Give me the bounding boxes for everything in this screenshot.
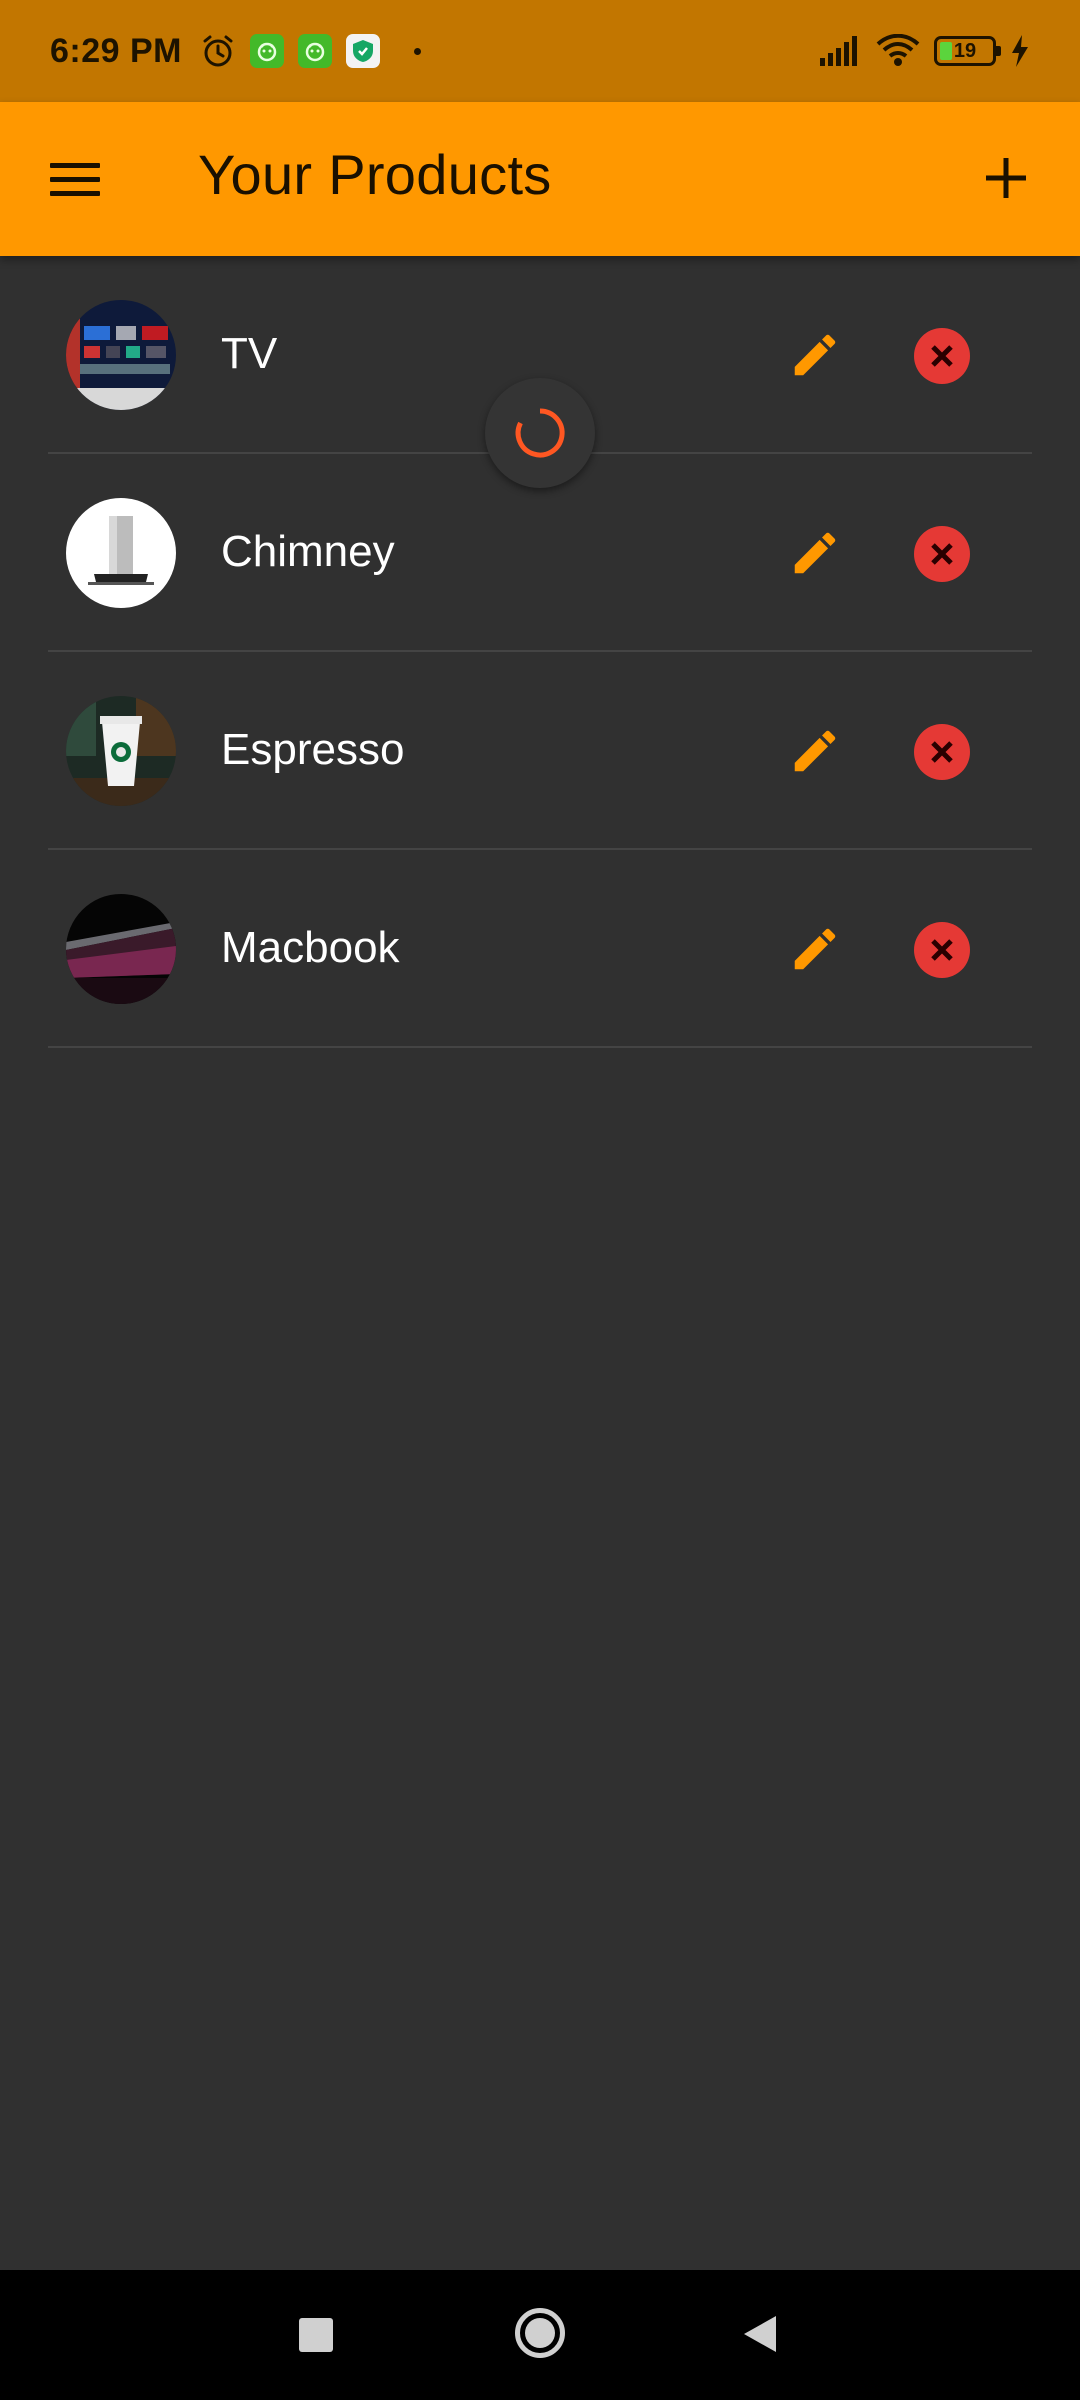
page-title: Your Products [198, 143, 552, 206]
edit-icon [794, 532, 836, 574]
wifi-icon [876, 34, 920, 66]
product-name: TV [221, 329, 278, 378]
macbook-thumbnail [66, 894, 176, 1004]
close-icon [931, 939, 953, 961]
screen: 6:29 PM 19 Your Products TV Chimney Espr… [0, 0, 1080, 2400]
list-item[interactable]: Espresso [48, 652, 1032, 850]
close-icon [931, 741, 953, 763]
add-icon[interactable] [976, 148, 1036, 208]
back-icon[interactable] [742, 2314, 778, 2354]
close-icon [931, 543, 953, 565]
delete-button[interactable] [914, 526, 970, 582]
status-time: 6:29 PM [50, 31, 182, 70]
battery-level: 19 [953, 39, 977, 62]
tv-thumbnail [66, 300, 176, 410]
list-item[interactable]: Macbook [48, 850, 1032, 1048]
app-bar: Your Products [0, 102, 1080, 256]
close-icon [931, 345, 953, 367]
product-name: Espresso [221, 725, 405, 774]
menu-icon[interactable] [50, 152, 104, 206]
delete-button[interactable] [914, 724, 970, 780]
edit-icon [794, 730, 836, 772]
app-icon [298, 34, 332, 68]
product-name: Chimney [221, 527, 395, 576]
refresh-spinner [485, 378, 595, 488]
product-name: Macbook [221, 923, 400, 972]
notification-dot [414, 47, 421, 55]
edit-button[interactable] [782, 520, 848, 586]
edit-icon [794, 928, 836, 970]
product-list: TV Chimney Espresso Macbook [0, 256, 1080, 1048]
charging-icon [1012, 35, 1028, 67]
delete-button[interactable] [914, 328, 970, 384]
navigation-bar [0, 2270, 1080, 2400]
chimney-thumbnail [66, 498, 176, 608]
status-icons-right: 19 [818, 34, 1030, 68]
app-icon [250, 34, 284, 68]
status-bar: 6:29 PM 19 [0, 0, 1080, 102]
spinner-icon [515, 408, 565, 458]
recents-icon[interactable] [299, 2318, 333, 2352]
delete-button[interactable] [914, 922, 970, 978]
edit-button[interactable] [782, 916, 848, 982]
edit-button[interactable] [782, 322, 848, 388]
signal-icon [820, 36, 857, 66]
espresso-thumbnail [66, 696, 176, 806]
alarm-icon [203, 35, 233, 67]
edit-icon [794, 334, 836, 376]
battery-icon: 19 [934, 36, 1001, 66]
shield-icon [346, 34, 380, 68]
status-icons-left [200, 33, 421, 69]
home-icon[interactable] [515, 2308, 565, 2358]
edit-button[interactable] [782, 718, 848, 784]
